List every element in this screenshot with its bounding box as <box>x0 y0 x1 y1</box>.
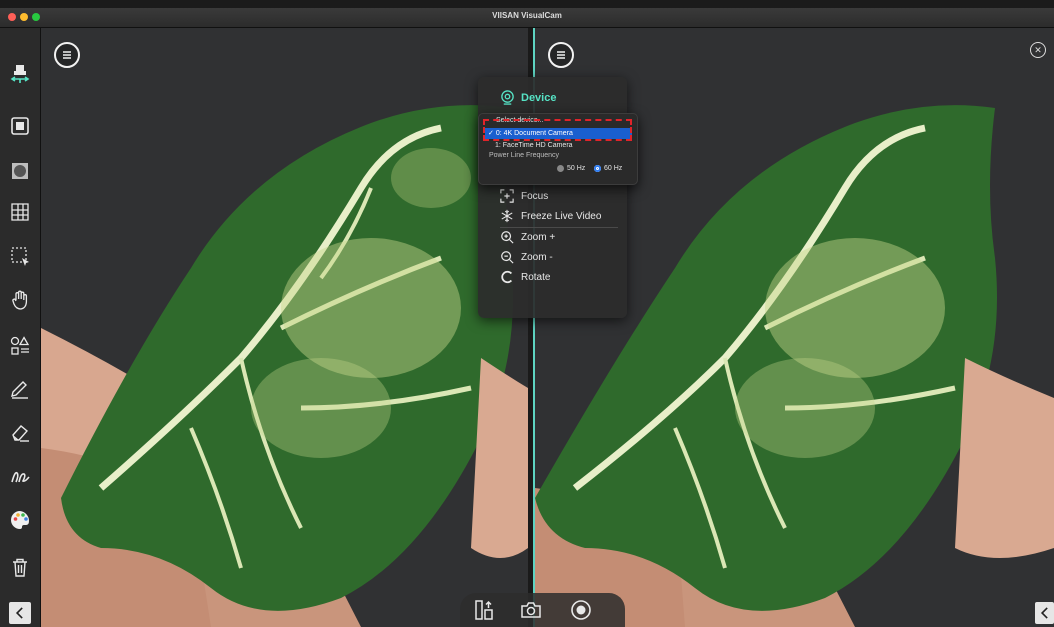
record-video-button[interactable] <box>569 598 593 622</box>
palette-icon <box>11 511 30 529</box>
radio-unselected-icon <box>557 165 564 172</box>
frequency-label: 50 Hz <box>567 165 586 172</box>
collapse-right-panel-button[interactable] <box>1035 602 1054 624</box>
crop-icon <box>12 163 28 179</box>
curve-tool[interactable] <box>8 464 32 488</box>
menu-item-label: Freeze Live Video <box>521 210 602 222</box>
webcam-icon <box>501 90 514 105</box>
menu-item-focus[interactable]: Focus <box>500 189 548 203</box>
pen-tool[interactable] <box>8 376 32 400</box>
curve-icon <box>11 471 30 483</box>
hamburger-menu-icon <box>63 51 71 59</box>
menu-separator <box>500 227 618 228</box>
chevron-left-icon <box>15 607 23 619</box>
rotate-icon <box>501 270 513 284</box>
menu-item-label: Focus <box>521 190 549 202</box>
selected-device-highlight-box <box>483 119 632 141</box>
select-area-tool[interactable] <box>8 244 32 268</box>
grid-icon <box>11 203 29 221</box>
window-title: VIISAN VisualCam <box>492 11 562 20</box>
live-video-feed <box>41 28 528 627</box>
left-pane-menu-button[interactable] <box>54 42 80 68</box>
zoom-in-icon <box>501 231 514 244</box>
zoom-out-icon <box>501 251 514 264</box>
shapes-tool[interactable] <box>8 334 32 358</box>
close-icon: ✕ <box>1034 44 1042 55</box>
menu-item-freeze[interactable]: Freeze Live Video <box>500 209 601 223</box>
close-pane-button[interactable]: ✕ <box>1030 42 1046 58</box>
bottom-action-bar <box>460 593 625 627</box>
hamburger-menu-icon <box>557 51 565 59</box>
frequency-label: 60 Hz <box>604 165 623 172</box>
collapse-toolbar-button[interactable] <box>9 602 31 624</box>
color-palette-tool[interactable] <box>8 508 32 532</box>
stop-tool[interactable] <box>8 114 32 138</box>
menu-device-header[interactable]: Device <box>500 90 556 105</box>
square-icon <box>11 117 29 135</box>
right-pane-menu-button[interactable] <box>548 42 574 68</box>
split-layout-icon <box>475 600 493 620</box>
left-toolbar <box>0 28 41 627</box>
camera-capture-icon <box>521 602 541 618</box>
trash-icon <box>13 558 27 577</box>
camera-view-left[interactable] <box>41 28 528 627</box>
split-layout-button[interactable] <box>472 598 496 622</box>
radio-selected-icon <box>594 165 601 172</box>
frequency-50hz-radio[interactable]: 50 Hz <box>557 165 585 172</box>
chevron-left-icon <box>1040 607 1048 619</box>
frequency-60hz-radio[interactable]: 60 Hz <box>594 165 622 172</box>
delete-tool[interactable] <box>8 555 32 579</box>
pencil-icon <box>11 381 28 399</box>
hand-icon <box>12 290 28 310</box>
menu-item-label: Zoom + <box>521 231 556 243</box>
record-icon <box>571 600 591 620</box>
device-label: Device <box>521 91 557 104</box>
power-line-frequency-label: Power Line Frequency <box>489 152 560 159</box>
pan-hand-tool[interactable] <box>8 288 32 312</box>
crop-tool[interactable] <box>8 159 32 183</box>
menu-item-label: Rotate <box>521 271 551 283</box>
camera-device-tool[interactable] <box>8 62 32 86</box>
eraser-tool[interactable] <box>8 420 32 444</box>
eraser-icon <box>12 425 29 442</box>
menu-item-zoom-out[interactable]: Zoom - <box>500 250 553 264</box>
menu-item-label: Zoom - <box>521 251 553 263</box>
selection-icon <box>11 247 29 266</box>
window-titlebar: VIISAN VisualCam <box>0 8 1054 28</box>
menu-item-rotate[interactable]: Rotate <box>500 270 550 284</box>
device-option-facetime-hd-camera[interactable]: 1: FaceTime HD Camera <box>495 142 573 149</box>
menu-item-zoom-in[interactable]: Zoom + <box>500 230 555 244</box>
capture-photo-button[interactable] <box>519 598 543 622</box>
grid-tool[interactable] <box>8 200 32 224</box>
usb-camera-icon <box>10 65 30 83</box>
shapes-icon <box>10 336 30 355</box>
snowflake-icon <box>501 209 513 223</box>
focus-icon <box>500 189 514 203</box>
